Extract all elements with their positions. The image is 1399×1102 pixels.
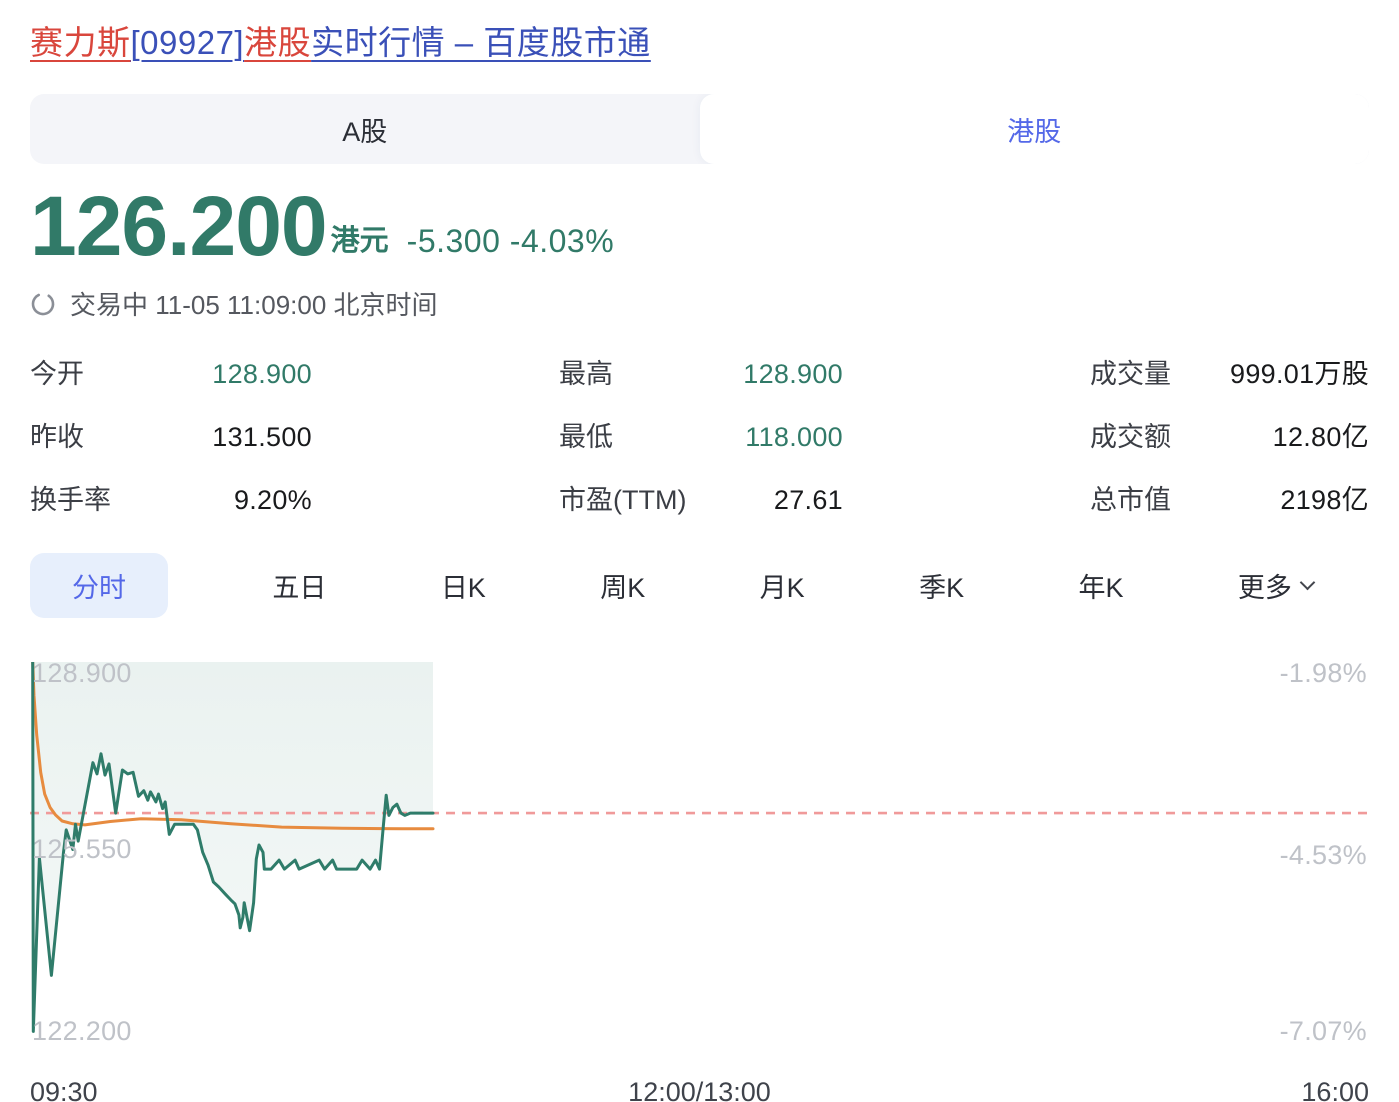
title-stock-code: [09927] <box>131 24 245 61</box>
loading-circle-icon <box>30 291 56 317</box>
price-change: -5.300 -4.03% <box>407 223 615 265</box>
minute-chart-svg <box>30 662 1369 1037</box>
market-tab-bar: A股 港股 <box>30 94 1369 164</box>
stat-label: 昨收 <box>30 415 84 454</box>
stat-value: 2198亿 <box>1280 478 1369 517</box>
stat-turnover-rate: 换手率 9.20% <box>30 478 312 517</box>
tab-more[interactable]: 更多 <box>1228 554 1323 617</box>
stat-value: 118.000 <box>745 422 843 453</box>
more-label: 更多 <box>1238 566 1292 605</box>
x-axis-label-close: 16:00 <box>1301 1077 1369 1102</box>
title-suffix: 实时行情 – 百度股市通 <box>311 24 651 61</box>
minute-chart-canvas[interactable]: 128.900 125.550 122.200 -1.98% -4.53% -7… <box>30 662 1369 1037</box>
x-axis-label-midday: 12:00/13:00 <box>628 1077 771 1102</box>
title-highlight-stock-name: 赛力斯 <box>30 24 131 61</box>
stat-value: 128.900 <box>743 359 843 390</box>
stat-value: 9.20% <box>234 485 312 516</box>
tab-a-share[interactable]: A股 <box>30 94 700 164</box>
stat-label: 换手率 <box>30 478 111 517</box>
stat-high: 最高 128.900 <box>559 352 843 391</box>
stat-pe-ttm: 市盈(TTM) 27.61 <box>559 478 843 517</box>
tab-minute[interactable]: 分时 <box>30 553 168 618</box>
stat-value: 12.80亿 <box>1273 415 1369 454</box>
stat-label: 市盈(TTM) <box>559 478 686 517</box>
trading-status-text: 交易中 11-05 11:09:00 北京时间 <box>70 285 438 322</box>
stat-label: 最低 <box>559 415 613 454</box>
tab-weekly-k[interactable]: 周K <box>590 554 655 617</box>
page-title-link[interactable]: 赛力斯[09927]港股实时行情 – 百度股市通 <box>30 16 1369 64</box>
tab-hk-share[interactable]: 港股 <box>700 94 1370 164</box>
title-highlight-market: 港股 <box>244 24 311 61</box>
stat-market-cap: 总市值 2198亿 <box>1090 478 1369 517</box>
tab-monthly-k[interactable]: 月K <box>750 554 815 617</box>
tab-yearly-k[interactable]: 年K <box>1069 554 1134 617</box>
stat-label: 成交量 <box>1090 352 1171 391</box>
stat-label: 最高 <box>559 352 613 391</box>
stat-label: 今开 <box>30 352 84 391</box>
stat-value: 131.500 <box>212 422 312 453</box>
tab-quarterly-k[interactable]: 季K <box>909 554 974 617</box>
stat-value: 128.900 <box>212 359 312 390</box>
stat-prev-close: 昨收 131.500 <box>30 415 312 454</box>
current-price: 126.200 <box>30 188 327 265</box>
chart-period-tab-bar: 分时 五日 日K 周K 月K 季K 年K 更多 <box>30 553 1323 618</box>
stat-open: 今开 128.900 <box>30 352 312 391</box>
stat-label: 总市值 <box>1090 478 1171 517</box>
price-area-fill <box>33 662 433 1031</box>
trading-status-row: 交易中 11-05 11:09:00 北京时间 <box>30 285 1369 322</box>
x-axis: 09:30 12:00/13:00 16:00 <box>30 1077 1369 1102</box>
stat-value: 999.01万股 <box>1230 352 1369 391</box>
stat-value: 27.61 <box>774 485 843 516</box>
chevron-down-icon <box>1300 575 1316 591</box>
tab-daily-k[interactable]: 日K <box>431 554 496 617</box>
quote-row: 126.200 港元 -5.300 -4.03% <box>30 188 1369 265</box>
stat-low: 最低 118.000 <box>559 415 843 454</box>
stat-volume: 成交量 999.01万股 <box>1090 352 1369 391</box>
stats-grid: 今开 128.900 最高 128.900 成交量 999.01万股 昨收 13… <box>30 352 1369 517</box>
stat-turnover-amount: 成交额 12.80亿 <box>1090 415 1369 454</box>
tab-five-day[interactable]: 五日 <box>262 554 336 617</box>
stat-label: 成交额 <box>1090 415 1171 454</box>
currency-label: 港元 <box>331 217 389 265</box>
x-axis-label-open: 09:30 <box>30 1077 98 1102</box>
